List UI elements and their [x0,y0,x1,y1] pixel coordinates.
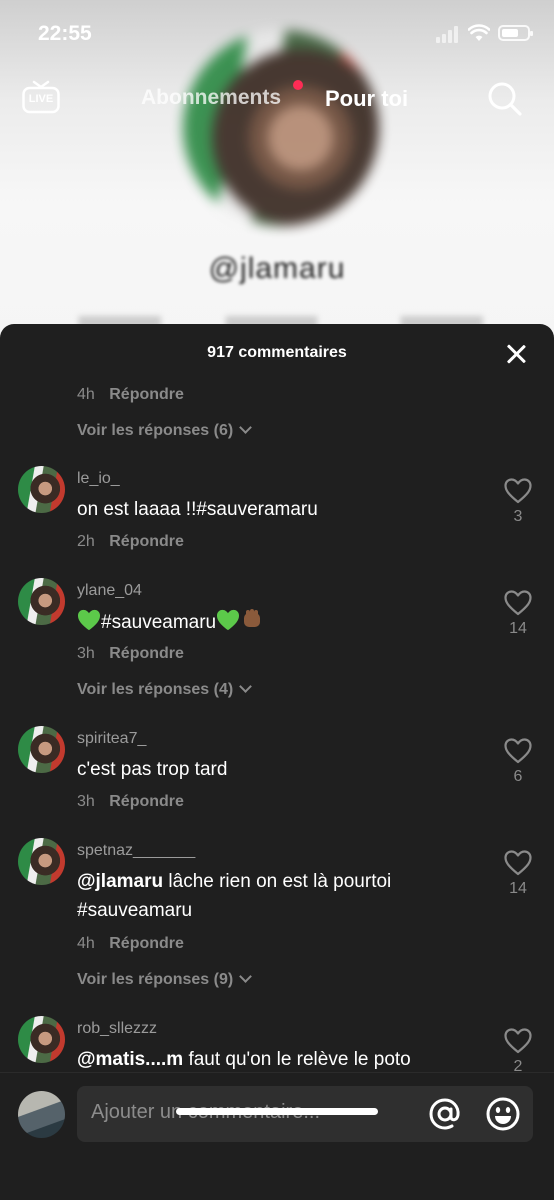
comment-time: 3h [77,793,95,810]
notification-dot [293,80,303,90]
tab-for-you[interactable]: Pour toi [325,86,408,112]
view-replies-button[interactable]: Voir les réponses (9) [77,970,253,989]
mention-link[interactable]: @jlamaru [77,871,163,892]
comment-meta: 3h Répondre [77,793,184,811]
like-count: 6 [513,768,523,785]
comment-text: @matis....m faut qu'on le relève le poto [77,1045,477,1074]
comment-text: #sauveamaru [77,607,477,637]
home-indicator [176,1108,378,1115]
heart-icon[interactable] [504,590,532,616]
comment-text: c'est pas trop tard [77,759,228,780]
comment-meta: 2h Répondre [77,533,184,551]
comment-username[interactable]: spetnaz_______ [77,842,195,860]
live-button[interactable]: LIVE [22,80,60,114]
heart-icon[interactable] [504,1028,532,1054]
view-replies-label: Voir les réponses (9) [77,971,234,988]
video-profile-name: @jlamaru [208,252,346,285]
avatar[interactable] [18,1091,65,1138]
wifi-icon [468,24,490,41]
reply-button[interactable]: Répondre [109,793,184,810]
battery-icon [498,25,533,41]
reply-button[interactable]: Répondre [109,533,184,550]
comment-meta: 4h Répondre [77,386,184,404]
reply-button[interactable]: Répondre [109,386,184,403]
comment-username[interactable]: rob_sllezzz [77,1020,157,1038]
at-icon[interactable] [427,1096,463,1132]
heart-icon[interactable] [504,478,532,504]
comment-meta: 4h Répondre [77,935,184,953]
comment-meta: 3h Répondre [77,645,184,663]
emoji-icon[interactable] [485,1096,521,1132]
comments-count-title: 917 commentaires [207,344,347,361]
comment-time: 3h [77,645,95,662]
close-icon[interactable] [504,342,528,366]
heart-icon[interactable] [504,850,532,876]
comment-text: on est laaaa !!#sauveramaru [77,499,318,520]
avatar[interactable] [18,726,65,773]
mention-link[interactable]: @matis....m [77,1049,183,1070]
like-count: 14 [509,620,527,637]
comments-sheet: 917 commentaires 4h Répondre Voir les ré… [0,324,554,1200]
view-replies-label: Voir les réponses (4) [77,681,234,698]
chevron-down-icon [239,970,253,983]
comment-time: 4h [77,935,95,952]
search-icon[interactable] [486,80,522,116]
status-time: 22:55 [38,22,92,45]
view-replies-button[interactable]: Voir les réponses (6) [77,421,253,440]
tab-following[interactable]: Abonnements [141,86,281,110]
comment-username[interactable]: ylane_04 [77,582,142,600]
like-count: 3 [513,508,523,525]
live-label: LIVE [28,93,54,105]
signal-icon [436,26,460,43]
green-heart-emoji [78,609,100,631]
avatar[interactable] [18,1016,65,1063]
reply-button[interactable]: Répondre [109,645,184,662]
like-count: 14 [509,880,527,897]
comment-time: 4h [77,386,95,403]
comment-text-body: #sauveamaru [101,612,217,633]
status-bar: 22:55 [0,0,554,70]
heart-icon[interactable] [504,738,532,764]
raised-fist-emoji [244,609,261,627]
view-replies-label: Voir les réponses (6) [77,422,234,439]
avatar[interactable] [18,578,65,625]
green-heart-emoji [217,609,240,631]
comment-input-bar: Ajouter un commentaire... [0,1072,554,1200]
comment-username[interactable]: le_io_ [77,470,120,488]
comment-text: @jlamaru lâche rien on est là pourtoi #s… [77,867,477,925]
avatar[interactable] [18,466,65,513]
view-replies-button[interactable]: Voir les réponses (4) [77,680,253,699]
chevron-down-icon [239,421,253,434]
reply-button[interactable]: Répondre [109,935,184,952]
comment-username[interactable]: spiritea7_ [77,730,146,748]
chevron-down-icon [239,680,253,693]
avatar[interactable] [18,838,65,885]
comment-time: 2h [77,533,95,550]
comment-text-body: faut qu'on le relève le poto [183,1049,411,1070]
